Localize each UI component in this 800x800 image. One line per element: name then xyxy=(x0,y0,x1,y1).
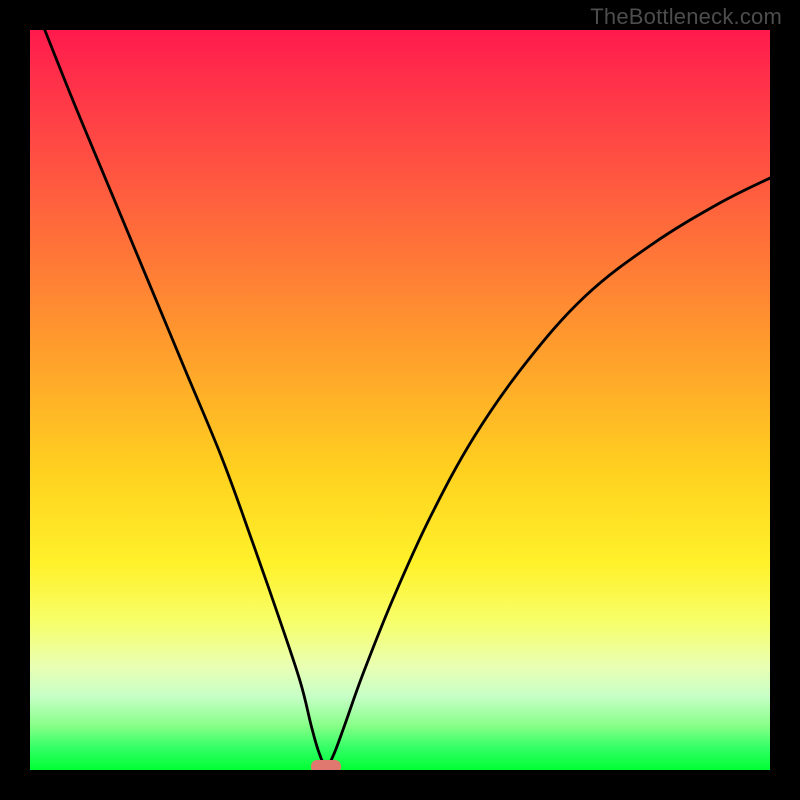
bottleneck-curve xyxy=(45,30,770,766)
watermark-text: TheBottleneck.com xyxy=(590,4,782,30)
optimal-marker xyxy=(311,760,341,770)
curve-overlay xyxy=(30,30,770,770)
plot-area xyxy=(30,30,770,770)
chart-frame: TheBottleneck.com xyxy=(0,0,800,800)
